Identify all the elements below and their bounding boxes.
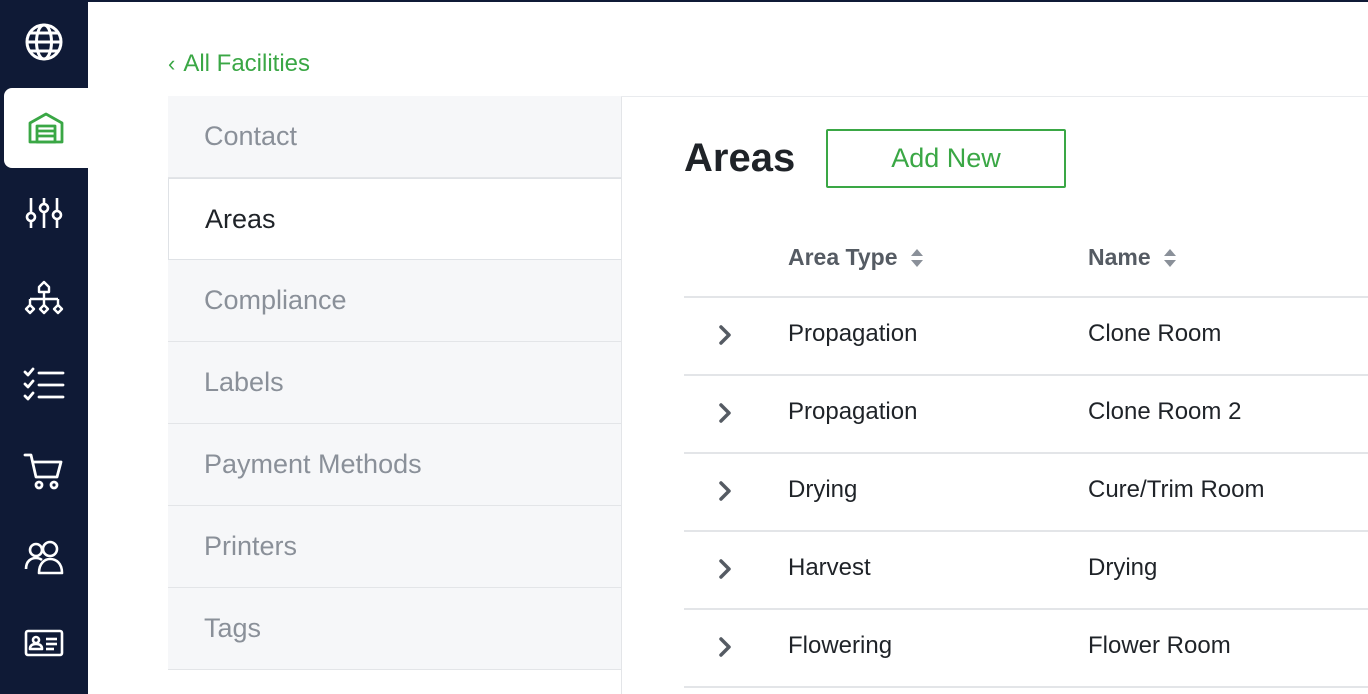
app-sidebar [0,0,88,694]
name-cell: Clone Room [1088,320,1222,347]
subnav-item-printers[interactable]: Printers [168,506,622,588]
sidebar-item-cart[interactable] [0,431,88,511]
area-type-cell: Harvest [788,554,871,581]
hierarchy-icon [24,280,64,315]
table-row[interactable]: Propagation Clone Room [684,298,1368,376]
column-header-area-type[interactable]: Area Type [788,244,924,271]
table-row[interactable]: Flowering Flower Room [684,610,1368,688]
table-row[interactable]: Harvest Drying [684,532,1368,610]
name-cell: Flower Room [1088,632,1231,659]
chevron-right-icon[interactable] [714,400,736,426]
page-title: Areas [684,136,796,180]
sidebar-item-id-card[interactable] [0,603,88,683]
content-top-border [621,96,1368,97]
sort-icon [1163,248,1177,268]
warehouse-icon [28,112,64,144]
table-row[interactable]: Drying Cure/Trim Room [684,454,1368,532]
checklist-icon [23,367,65,401]
area-type-cell: Propagation [788,320,918,347]
column-label: Area Type [788,244,898,270]
sidebar-item-users[interactable] [0,517,88,597]
sidebar-item-tasks[interactable] [0,345,88,425]
id-card-icon [24,629,64,657]
area-type-cell: Propagation [788,398,918,425]
subnav-item-tags[interactable]: Tags [168,588,622,670]
column-header-name[interactable]: Name [1088,244,1177,271]
sidebar-item-globe[interactable] [0,2,88,82]
sidebar-item-facilities[interactable] [4,88,88,168]
chevron-left-icon: ‹ [168,51,176,76]
subnav-item-areas[interactable]: Areas [168,178,622,260]
top-border [88,0,1368,2]
subnav-item-labels[interactable]: Labels [168,342,622,424]
back-link-label: All Facilities [183,50,311,77]
globe-icon [25,23,63,61]
chevron-right-icon[interactable] [714,322,736,348]
table-header: Area Type Name [684,220,1368,298]
column-label: Name [1088,244,1151,270]
area-type-cell: Drying [788,476,858,503]
content-divider [621,96,622,694]
sidebar-item-settings[interactable] [0,173,88,253]
name-cell: Cure/Trim Room [1088,476,1265,503]
add-new-button[interactable]: Add New [826,129,1066,188]
chevron-right-icon[interactable] [714,556,736,582]
cart-icon [23,453,63,490]
back-to-all-facilities-link[interactable]: ‹ All Facilities [168,50,310,78]
table-row[interactable]: Propagation Clone Room 2 [684,376,1368,454]
area-type-cell: Flowering [788,632,893,659]
name-cell: Drying [1088,554,1158,581]
sidebar-item-hierarchy[interactable] [0,259,88,339]
name-cell: Clone Room 2 [1088,398,1242,425]
chevron-right-icon[interactable] [714,478,736,504]
sliders-icon [25,198,63,228]
subnav-item-contact[interactable]: Contact [168,96,622,178]
subnav-item-payment-methods[interactable]: Payment Methods [168,424,622,506]
areas-table: Area Type Name Propagation Clone Room Pr… [684,220,1368,688]
users-icon [24,540,64,575]
subnav-item-compliance[interactable]: Compliance [168,260,622,342]
facility-settings-nav: Contact Areas Compliance Labels Payment … [168,96,622,670]
sort-icon [910,248,924,268]
chevron-right-icon[interactable] [714,634,736,660]
